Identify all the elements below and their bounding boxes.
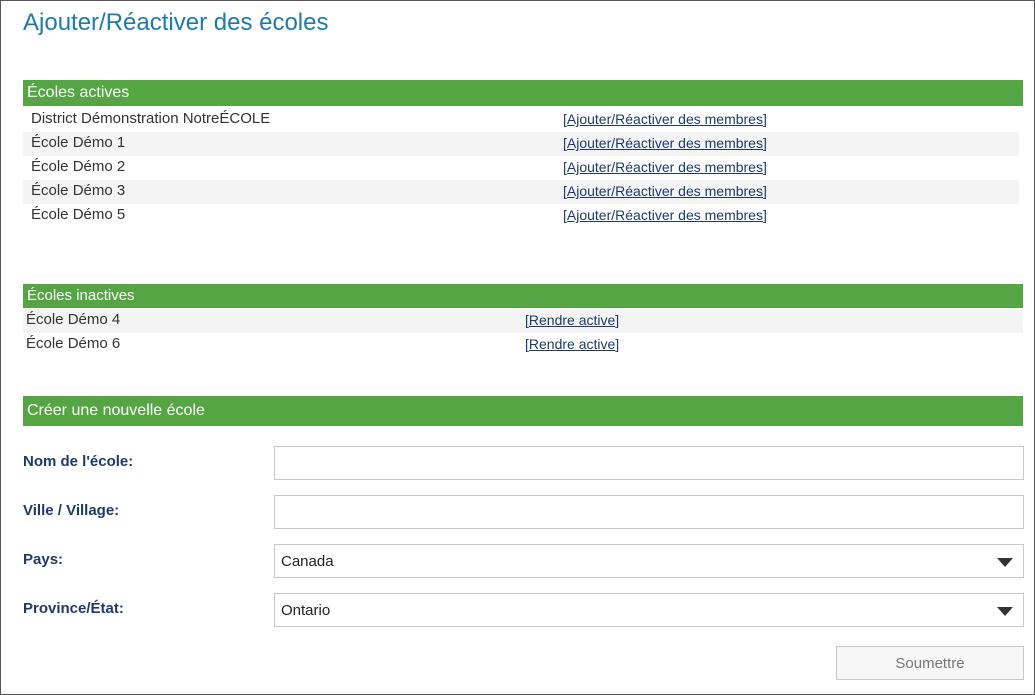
inactive-schools-list: École Démo 4 [Rendre active] École Démo …: [23, 309, 1023, 357]
city-input[interactable]: [274, 495, 1024, 529]
city-label: Ville / Village:: [23, 502, 120, 519]
list-item: District Démonstration NotreÉCOLE [Ajout…: [23, 108, 1019, 132]
school-name-label: Nom de l'école:: [23, 453, 134, 470]
list-item: École Démo 6 [Rendre active]: [23, 333, 1023, 357]
add-reactivate-members-link-wrapper: [Ajouter/Réactiver des membres]: [563, 159, 767, 175]
submit-button[interactable]: Soumettre: [836, 646, 1024, 680]
create-school-header: Créer une nouvelle école: [23, 396, 1023, 426]
school-name: District Démonstration NotreÉCOLE: [31, 110, 271, 127]
country-selected-value: Canada: [281, 553, 334, 570]
active-schools-header: Écoles actives: [23, 80, 1023, 106]
add-reactivate-members-link-wrapper: [Ajouter/Réactiver des membres]: [563, 111, 767, 127]
list-item: École Démo 4 [Rendre active]: [23, 309, 1023, 333]
list-item: École Démo 5 [Ajouter/Réactiver des memb…: [23, 204, 1019, 228]
school-name: École Démo 4: [26, 311, 121, 328]
country-label: Pays:: [23, 551, 64, 568]
school-name: École Démo 6: [26, 335, 121, 352]
add-reactivate-members-link[interactable]: Ajouter/Réactiver des membres: [567, 111, 763, 127]
province-select[interactable]: Ontario: [274, 593, 1024, 627]
active-schools-list: District Démonstration NotreÉCOLE [Ajout…: [23, 108, 1019, 228]
chevron-down-icon: [997, 558, 1013, 567]
make-active-link-wrapper: [Rendre active]: [525, 336, 620, 352]
add-reactivate-members-link-wrapper: [Ajouter/Réactiver des membres]: [563, 207, 767, 223]
add-reactivate-members-link[interactable]: Ajouter/Réactiver des membres: [567, 207, 763, 223]
list-item: École Démo 1 [Ajouter/Réactiver des memb…: [23, 132, 1019, 156]
inactive-schools-header: Écoles inactives: [23, 284, 1023, 308]
chevron-down-icon: [997, 607, 1013, 616]
country-select[interactable]: Canada: [274, 544, 1024, 578]
list-item: École Démo 3 [Ajouter/Réactiver des memb…: [23, 180, 1019, 204]
school-name: École Démo 1: [31, 134, 126, 151]
add-reactivate-members-link-wrapper: [Ajouter/Réactiver des membres]: [563, 135, 767, 151]
add-reactivate-members-link[interactable]: Ajouter/Réactiver des membres: [567, 159, 763, 175]
make-active-link-wrapper: [Rendre active]: [525, 312, 620, 328]
add-reactivate-members-link[interactable]: Ajouter/Réactiver des membres: [567, 183, 763, 199]
list-item: École Démo 2 [Ajouter/Réactiver des memb…: [23, 156, 1019, 180]
add-reactivate-members-link-wrapper: [Ajouter/Réactiver des membres]: [563, 183, 767, 199]
make-active-link[interactable]: Rendre active: [529, 312, 615, 328]
province-label: Province/État:: [23, 600, 124, 617]
province-selected-value: Ontario: [281, 602, 331, 619]
school-name: École Démo 5: [31, 206, 126, 223]
school-name-input[interactable]: [274, 446, 1024, 480]
make-active-link[interactable]: Rendre active: [529, 336, 615, 352]
school-name: École Démo 3: [31, 182, 126, 199]
school-name: École Démo 2: [31, 158, 126, 175]
page-frame: Ajouter/Réactiver des écoles Écoles acti…: [0, 0, 1035, 695]
page-title: Ajouter/Réactiver des écoles: [23, 9, 329, 36]
add-reactivate-members-link[interactable]: Ajouter/Réactiver des membres: [567, 135, 763, 151]
